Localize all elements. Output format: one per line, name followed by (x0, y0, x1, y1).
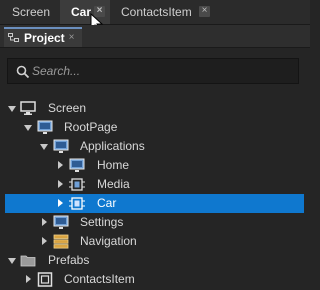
tab-contactsitem[interactable]: ContactsItem × (113, 0, 213, 24)
tree-item-label: Settings (80, 215, 124, 229)
tree-item-screen[interactable]: Screen (0, 99, 310, 118)
chevron-right-icon[interactable] (26, 275, 31, 283)
search-icon (16, 65, 30, 79)
chevron-right-icon[interactable] (58, 180, 63, 188)
project-icon (8, 33, 19, 42)
tree-item-label: Home (97, 158, 130, 172)
tree-item-label: Navigation (80, 234, 137, 248)
panel-title: Project (24, 31, 65, 45)
tree-item-label: Car (97, 196, 117, 210)
tab-label: Screen (12, 5, 51, 19)
chevron-right-icon[interactable] (42, 237, 47, 245)
chevron-down-icon[interactable] (40, 144, 48, 150)
chevron-down-icon[interactable] (8, 106, 16, 112)
tab-label: Car (71, 5, 92, 19)
component-icon (69, 197, 85, 210)
page-icon (53, 215, 69, 229)
tree-item-prefabs[interactable]: Prefabs (0, 251, 310, 270)
tab-screen[interactable]: Screen (0, 0, 58, 24)
tree-item-label: RootPage (64, 120, 118, 134)
panel-tab-bar: Project × (0, 25, 310, 48)
tree-item-applications[interactable]: Applications (0, 137, 310, 156)
tree-item-settings[interactable]: Settings (0, 213, 310, 232)
stack-icon (53, 234, 69, 249)
close-icon[interactable]: × (66, 33, 77, 44)
close-icon[interactable]: × (199, 6, 210, 17)
tree-item-label: Prefabs (48, 253, 90, 267)
chevron-right-icon[interactable] (58, 161, 63, 169)
folder-icon (20, 255, 36, 267)
tree-item-media[interactable]: Media (0, 175, 310, 194)
chevron-right-icon[interactable] (58, 199, 63, 207)
chevron-down-icon[interactable] (24, 125, 32, 131)
tree-item-rootpage[interactable]: RootPage (0, 118, 310, 137)
tree-item-navigation[interactable]: Navigation (0, 232, 310, 251)
page-icon (69, 158, 85, 172)
tree-item-contactsitem[interactable]: ContactsItem (0, 270, 310, 289)
search-box (7, 58, 299, 84)
page-icon (37, 120, 53, 134)
tree-item-label: Applications (80, 139, 145, 153)
tree-item-home[interactable]: Home (0, 156, 310, 175)
component-icon (69, 178, 85, 191)
node-icon (37, 272, 53, 287)
search-input[interactable] (32, 62, 292, 80)
tree-item-label: ContactsItem (64, 272, 135, 286)
monitor-icon (20, 101, 36, 115)
chevron-right-icon[interactable] (42, 218, 47, 226)
page-icon (53, 139, 69, 153)
tab-label: ContactsItem (121, 5, 192, 19)
tree-item-label: Screen (48, 101, 87, 115)
document-tab-bar: Screen Car × ContactsItem × (0, 0, 310, 33)
tab-project[interactable]: Project × (4, 27, 82, 47)
tree-item-label: Media (97, 177, 130, 191)
tree-item-car[interactable]: Car (5, 194, 304, 213)
chevron-down-icon[interactable] (8, 258, 16, 264)
